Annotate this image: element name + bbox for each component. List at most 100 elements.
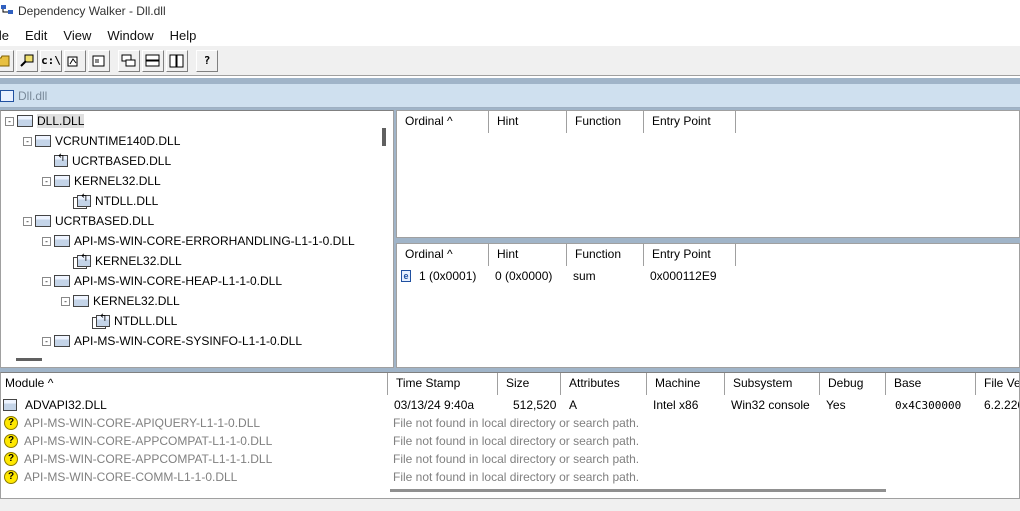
module-file-version: 6.2.226 — [984, 398, 1019, 412]
tree-node[interactable]: - API-MS-WIN-CORE-SYSINFO-L1-1-0.DLL — [42, 331, 302, 351]
tile-horizontal-icon[interactable] — [142, 49, 164, 72]
module-error: File not found in local directory or sea… — [393, 452, 640, 466]
menu-help[interactable]: Help — [162, 28, 205, 43]
menu-view[interactable]: View — [55, 28, 99, 43]
collapse-toggle-icon[interactable]: - — [61, 296, 70, 306]
module-col-debug[interactable]: Debug — [820, 373, 886, 395]
tree-node[interactable]: NTDLL.DLL — [61, 191, 158, 211]
imports-col-hint[interactable]: Hint — [489, 111, 567, 133]
module-icon — [73, 295, 89, 307]
exports-col-function[interactable]: Function — [567, 244, 644, 266]
module-row-missing[interactable]: ? API-MS-WIN-CORE-APPCOMPAT-L1-1-0.DLL F… — [1, 432, 1019, 450]
module-debug: Yes — [826, 398, 846, 412]
exports-col-entry-point[interactable]: Entry Point — [644, 244, 736, 266]
export-function-icon: e — [401, 270, 411, 282]
copy-icon[interactable] — [16, 49, 38, 72]
export-entry-point: 0x000112E9 — [650, 269, 717, 283]
tree-node[interactable]: - KERNEL32.DLL — [42, 171, 161, 191]
tree-node-label: UCRTBASED.DLL — [55, 214, 155, 228]
module-row-missing[interactable]: ? API-MS-WIN-CORE-APIQUERY-L1-1-0.DLL Fi… — [1, 414, 1019, 432]
module-error: File not found in local directory or sea… — [393, 416, 640, 430]
imports-col-ordinal[interactable]: Ordinal ^ — [397, 111, 489, 133]
module-col-subsystem[interactable]: Subsystem — [725, 373, 820, 395]
tree-node[interactable]: - API-MS-WIN-CORE-ERRORHANDLING-L1-1-0.DL… — [42, 231, 355, 251]
menu-window[interactable]: Window — [99, 28, 161, 43]
module-col-module[interactable]: Module ^ — [1, 373, 388, 395]
tree-node[interactable]: UCRTBASED.DLL — [42, 151, 171, 171]
exports-col-hint[interactable]: Hint — [489, 244, 567, 266]
toolbar: c:\ ? — [0, 46, 1020, 76]
collapse-toggle-icon[interactable]: - — [42, 236, 51, 246]
configure-paths-icon[interactable] — [64, 49, 86, 72]
tree-node-label: DLL.DLL — [37, 114, 85, 128]
properties-icon[interactable] — [88, 49, 110, 72]
cascade-icon[interactable] — [118, 49, 140, 72]
tree-node[interactable]: - KERNEL32.DLL — [61, 291, 180, 311]
module-col-base[interactable]: Base — [886, 373, 976, 395]
module-col-file-version[interactable]: File Ve — [976, 373, 1019, 395]
exports-col-ordinal[interactable]: Ordinal ^ — [397, 244, 489, 266]
app-icon — [0, 4, 14, 18]
tree-node[interactable]: KERNEL32.DLL — [61, 251, 182, 271]
tree-node-label: NTDLL.DLL — [95, 194, 159, 208]
tree-node[interactable]: - UCRTBASED.DLL — [23, 211, 154, 231]
dependency-tree-pane[interactable]: -DLL.DLL-VCRUNTIME140D.DLLUCRTBASED.DLL-… — [0, 110, 394, 368]
module-col-timestamp[interactable]: Time Stamp — [388, 373, 498, 395]
module-icon — [3, 399, 17, 411]
window-title: Dependency Walker - Dll.dll — [18, 4, 166, 18]
tree-node[interactable]: NTDLL.DLL — [80, 311, 177, 331]
module-icon — [17, 115, 33, 127]
module-row-missing[interactable]: ? API-MS-WIN-CORE-APPCOMPAT-L1-1-1.DLL F… — [1, 450, 1019, 468]
module-icon — [35, 135, 51, 147]
export-row[interactable]: e 1 (0x0001) 0 (0x0000) sum 0x000112E9 — [397, 266, 742, 286]
imports-col-entry-point[interactable]: Entry Point — [644, 111, 736, 133]
tree-node-label: API-MS-WIN-CORE-SYSINFO-L1-1-0.DLL — [74, 334, 303, 348]
console-button[interactable]: c:\ — [40, 49, 62, 72]
tree-node-label: KERNEL32.DLL — [95, 254, 182, 268]
export-ordinal: 1 (0x0001) — [419, 269, 477, 283]
module-icon — [54, 335, 70, 347]
module-timestamp: 03/13/24 9:40a — [394, 398, 475, 412]
module-base: 0x4C300000 — [895, 398, 962, 412]
exports-list-pane[interactable]: Ordinal ^ Hint Function Entry Point e 1 … — [396, 243, 1020, 368]
tree-node-label: KERNEL32.DLL — [74, 174, 161, 188]
module-col-machine[interactable]: Machine — [647, 373, 725, 395]
collapse-toggle-icon[interactable]: - — [23, 216, 32, 226]
collapse-toggle-icon[interactable]: - — [42, 276, 51, 286]
menu-edit[interactable]: Edit — [17, 28, 55, 43]
module-horizontal-scrollbar-thumb[interactable] — [390, 489, 886, 492]
module-attributes: A — [569, 398, 578, 412]
open-folder-icon[interactable] — [0, 49, 14, 72]
collapse-toggle-icon[interactable]: - — [5, 116, 14, 126]
tree-node[interactable]: - VCRUNTIME140D.DLL — [23, 131, 180, 151]
missing-module-icon: ? — [4, 416, 18, 430]
child-window-title-bar: Dll.dll — [0, 84, 1020, 108]
missing-module-icon: ? — [4, 434, 18, 448]
module-row[interactable]: ADVAPI32.DLL 03/13/24 9:40a 512,520 A In… — [1, 396, 1019, 414]
collapse-toggle-icon[interactable]: - — [42, 336, 51, 346]
tree-node[interactable]: - DLL.DLL — [5, 111, 85, 131]
module-col-size[interactable]: Size — [498, 373, 561, 395]
module-icon — [54, 235, 70, 247]
context-help-button[interactable]: ? — [196, 49, 218, 72]
module-subsystem: Win32 console — [731, 398, 810, 412]
module-size: 512,520 — [513, 398, 557, 412]
menu-file[interactable]: ile — [0, 28, 17, 43]
tree-node-label: API-MS-WIN-CORE-HEAP-L1-1-0.DLL — [74, 274, 283, 288]
collapse-toggle-icon[interactable]: - — [23, 136, 32, 146]
tile-vertical-icon[interactable] — [166, 49, 188, 72]
collapse-toggle-icon[interactable]: - — [42, 176, 51, 186]
tree-horizontal-scrollbar-thumb[interactable] — [16, 358, 42, 361]
imports-col-function[interactable]: Function — [567, 111, 644, 133]
module-icon — [77, 193, 91, 207]
module-icon — [54, 175, 70, 187]
tree-node[interactable]: - API-MS-WIN-CORE-HEAP-L1-1-0.DLL — [42, 271, 282, 291]
tree-vertical-scrollbar-thumb[interactable] — [382, 128, 386, 146]
module-row-missing[interactable]: ? API-MS-WIN-CORE-COMM-L1-1-0.DLL File n… — [1, 468, 1019, 486]
module-icon — [54, 275, 70, 287]
imports-list-pane[interactable]: Ordinal ^ Hint Function Entry Point — [396, 110, 1020, 238]
module-col-attributes[interactable]: Attributes — [561, 373, 647, 395]
child-window-title: Dll.dll — [18, 88, 48, 103]
document-icon — [0, 89, 14, 102]
module-header-row: Module ^ Time Stamp Size Attributes Mach… — [1, 373, 1019, 395]
